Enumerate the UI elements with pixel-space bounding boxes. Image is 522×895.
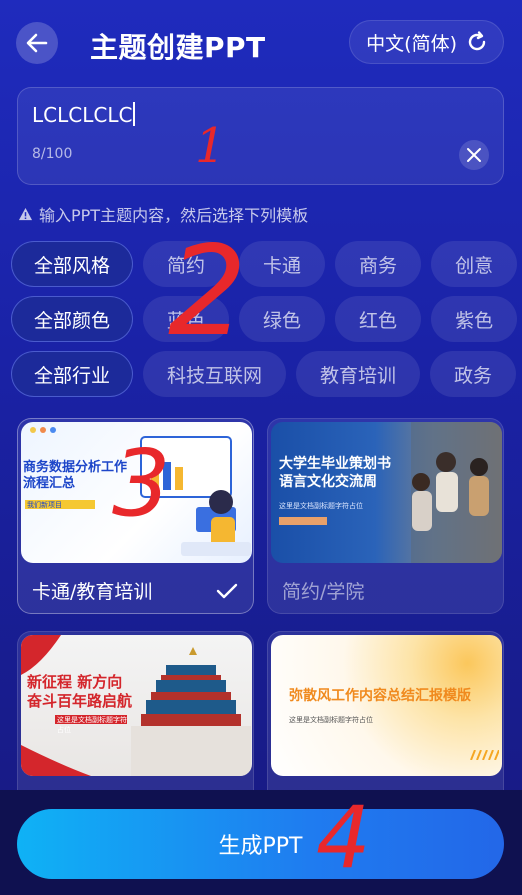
stripes-decoration <box>470 750 499 760</box>
industry-filter-row: 全部行业 科技互联网 教育培训 政务 <box>11 351 517 397</box>
check-icon <box>216 583 238 599</box>
chip-style-simple[interactable]: 简约 <box>143 241 230 287</box>
language-label: 中文(简体) <box>366 32 457 55</box>
page-title: 主题创建PPT <box>90 31 266 64</box>
template-thumb-title: 弥散风工作内容总结汇报模版 <box>289 688 471 704</box>
template-thumb-title: 商务数据分析工作 流程汇总 <box>23 460 128 492</box>
hint-text: 输入PPT主题内容，然后选择下列模板 <box>39 206 309 225</box>
template-thumbnail: 大学生毕业策划书 语言文化交流周 这里是文档副标题字符占位 <box>271 422 502 563</box>
chip-industry-tech[interactable]: 科技互联网 <box>143 351 287 397</box>
template-thumb-subtitle: 这里是文档副标题字符占位 <box>279 502 363 510</box>
close-icon <box>467 148 481 162</box>
chip-industry-education[interactable]: 教育培训 <box>296 351 421 397</box>
thumb-accent-bar <box>279 517 327 525</box>
chip-style-business[interactable]: 商务 <box>335 241 422 287</box>
chip-all-styles[interactable]: 全部风格 <box>11 241 134 287</box>
hint: 输入PPT主题内容，然后选择下列模板 <box>18 202 308 226</box>
back-button[interactable] <box>16 22 58 64</box>
chip-all-industries[interactable]: 全部行业 <box>11 351 134 397</box>
template-thumb-subtitle: 这里是文档副标题字符占位 <box>289 716 373 724</box>
template-thumbnail: 新征程 新方向 奋斗百年路启航 这里是文档副标题字符占位 <box>21 635 252 776</box>
template-thumbnail: 弥散风工作内容总结汇报模版 这里是文档副标题字符占位 <box>271 635 502 776</box>
template-thumb-title: 大学生毕业策划书 语言文化交流周 <box>279 456 391 490</box>
warning-icon <box>18 207 33 220</box>
bottom-bar: 生成PPT <box>0 790 522 895</box>
generate-ppt-button[interactable]: 生成PPT <box>17 809 504 879</box>
template-label: 简约/学院 <box>282 581 365 603</box>
language-switch-button[interactable]: 中文(简体) <box>349 20 504 64</box>
template-card[interactable]: 新征程 新方向 奋斗百年路启航 这里是文档副标题字符占位 <box>17 631 254 811</box>
chip-color-purple[interactable]: 紫色 <box>431 296 518 342</box>
template-card[interactable]: 大学生毕业策划书 语言文化交流周 这里是文档副标题字符占位 简约/学院 <box>267 418 504 614</box>
template-thumbnail: 商务数据分析工作 流程汇总 我们新项目 <box>21 422 252 563</box>
chip-all-colors[interactable]: 全部颜色 <box>11 296 134 342</box>
chip-color-green[interactable]: 绿色 <box>239 296 326 342</box>
text-caret <box>133 102 136 126</box>
chip-industry-government[interactable]: 政务 <box>430 351 517 397</box>
arrow-left-icon <box>26 33 48 53</box>
template-card[interactable]: 弥散风工作内容总结汇报模版 这里是文档副标题字符占位 <box>267 631 504 811</box>
style-filter-row: 全部风格 简约 卡通 商务 创意 <box>11 241 518 287</box>
chip-color-blue[interactable]: 蓝色 <box>143 296 230 342</box>
template-label: 卡通/教育培训 <box>32 581 153 603</box>
color-filter-row: 全部颜色 蓝色 绿色 红色 紫色 <box>11 296 518 342</box>
chip-color-red[interactable]: 红色 <box>335 296 422 342</box>
header: 主题创建PPT 中文(简体) <box>0 0 522 88</box>
topic-input-value: LCLCLCLC <box>32 103 133 127</box>
char-count: 8/100 <box>32 146 73 162</box>
thumb-label-bar: 我们新项目 <box>25 500 95 509</box>
template-card[interactable]: 商务数据分析工作 流程汇总 我们新项目 卡通/教育培训 <box>17 418 254 614</box>
refresh-icon <box>468 31 486 51</box>
template-thumb-title: 新征程 新方向 奋斗百年路启航 <box>27 673 133 710</box>
illustration-image <box>30 427 251 556</box>
chip-style-cartoon[interactable]: 卡通 <box>239 241 326 287</box>
photo-image <box>411 422 502 563</box>
topic-input[interactable]: LCLCLCLC 8/100 <box>17 87 504 185</box>
chip-style-creative[interactable]: 创意 <box>431 241 518 287</box>
clear-input-button[interactable] <box>459 140 489 170</box>
thumb-label-bar: 这里是文档副标题字符占位 <box>55 715 127 734</box>
